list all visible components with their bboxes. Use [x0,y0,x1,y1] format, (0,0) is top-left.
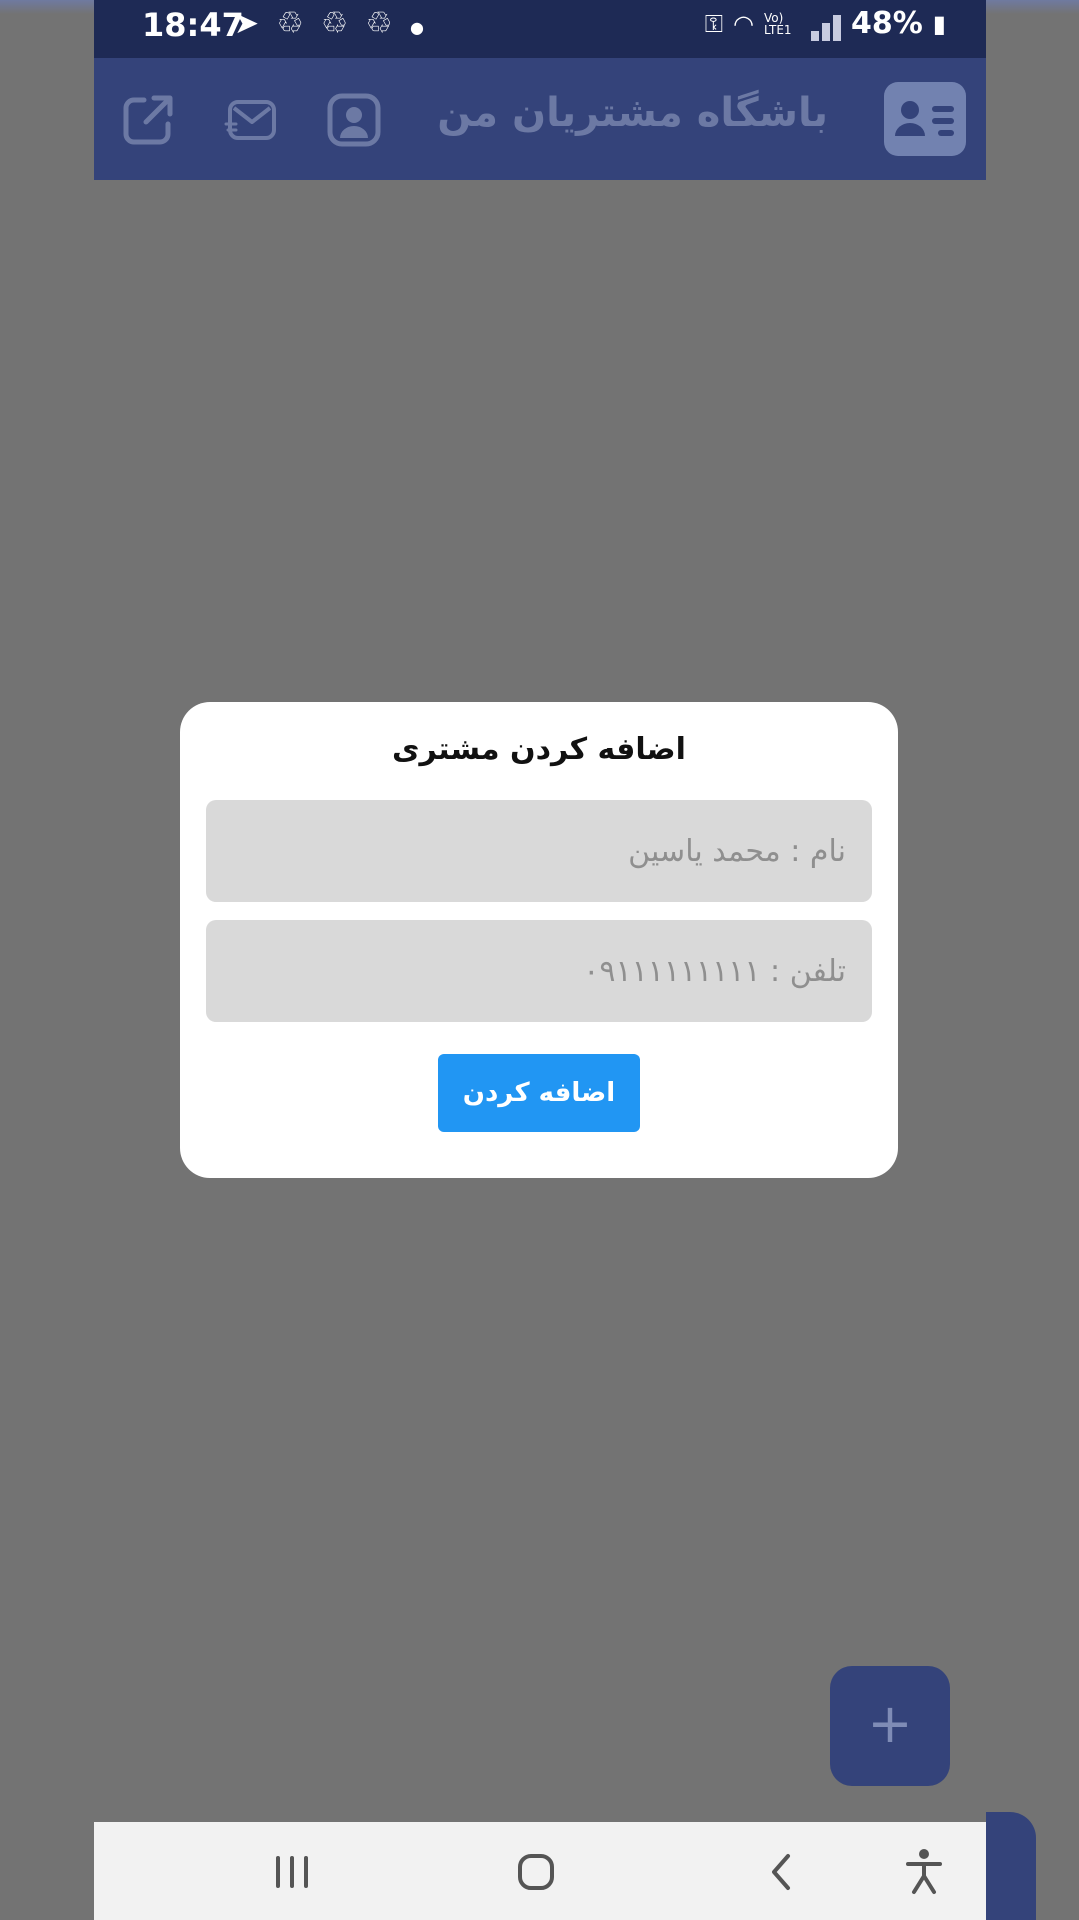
status-bar: 18:47 ➤ ♲ ♲ ♲ ● ⚿ ◠ Vo) LTE1 48% ▮ [94,0,986,58]
profile-icon[interactable] [326,92,382,148]
contact-card-icon [884,82,966,156]
app-bar: باشگاه مشتریان من [94,58,986,180]
signal-icon [808,6,841,41]
telegram-icon: ➤ [234,6,264,41]
add-fab-button[interactable]: + [830,1666,950,1786]
recycle-icon: ♲ [276,6,308,41]
customer-name-input[interactable] [206,800,872,902]
add-customer-button[interactable]: اضافه کردن [438,1054,640,1132]
edge-panel-handle[interactable] [986,1812,1036,1920]
phone-screen: 18:47 ➤ ♲ ♲ ♲ ● ⚿ ◠ Vo) LTE1 48% ▮ باشگا… [94,0,986,1920]
battery-icon: ▮ [932,9,946,38]
accessibility-icon[interactable] [894,1842,954,1902]
app-title: باشگاه مشتریان من [437,90,828,136]
battery-text: 48% [850,6,923,41]
plus-icon: + [867,1692,913,1755]
status-right-icons: ⚿ ◠ Vo) LTE1 48% ▮ [705,6,946,41]
recycle-icon: ♲ [321,6,353,41]
navigation-bar [94,1822,986,1920]
back-icon[interactable] [752,1842,812,1902]
wifi-icon: ◠ [733,9,754,38]
home-icon[interactable] [506,1842,566,1902]
customer-phone-input[interactable] [206,920,872,1022]
dialog-title: اضافه کردن مشتری [392,732,686,767]
dot-icon: ● [410,18,429,37]
recycle-icon: ♲ [365,6,397,41]
share-icon[interactable] [120,92,176,148]
network-label: Vo) LTE1 [763,10,792,37]
status-time: 18:47 [142,6,244,44]
message-icon[interactable] [224,92,280,148]
notification-icons: ➤ ♲ ♲ ♲ ● [234,6,428,41]
recents-icon[interactable] [262,1842,322,1902]
vpn-key-icon: ⚿ [704,9,724,38]
add-customer-dialog: اضافه کردن مشتری اضافه کردن [180,702,898,1178]
